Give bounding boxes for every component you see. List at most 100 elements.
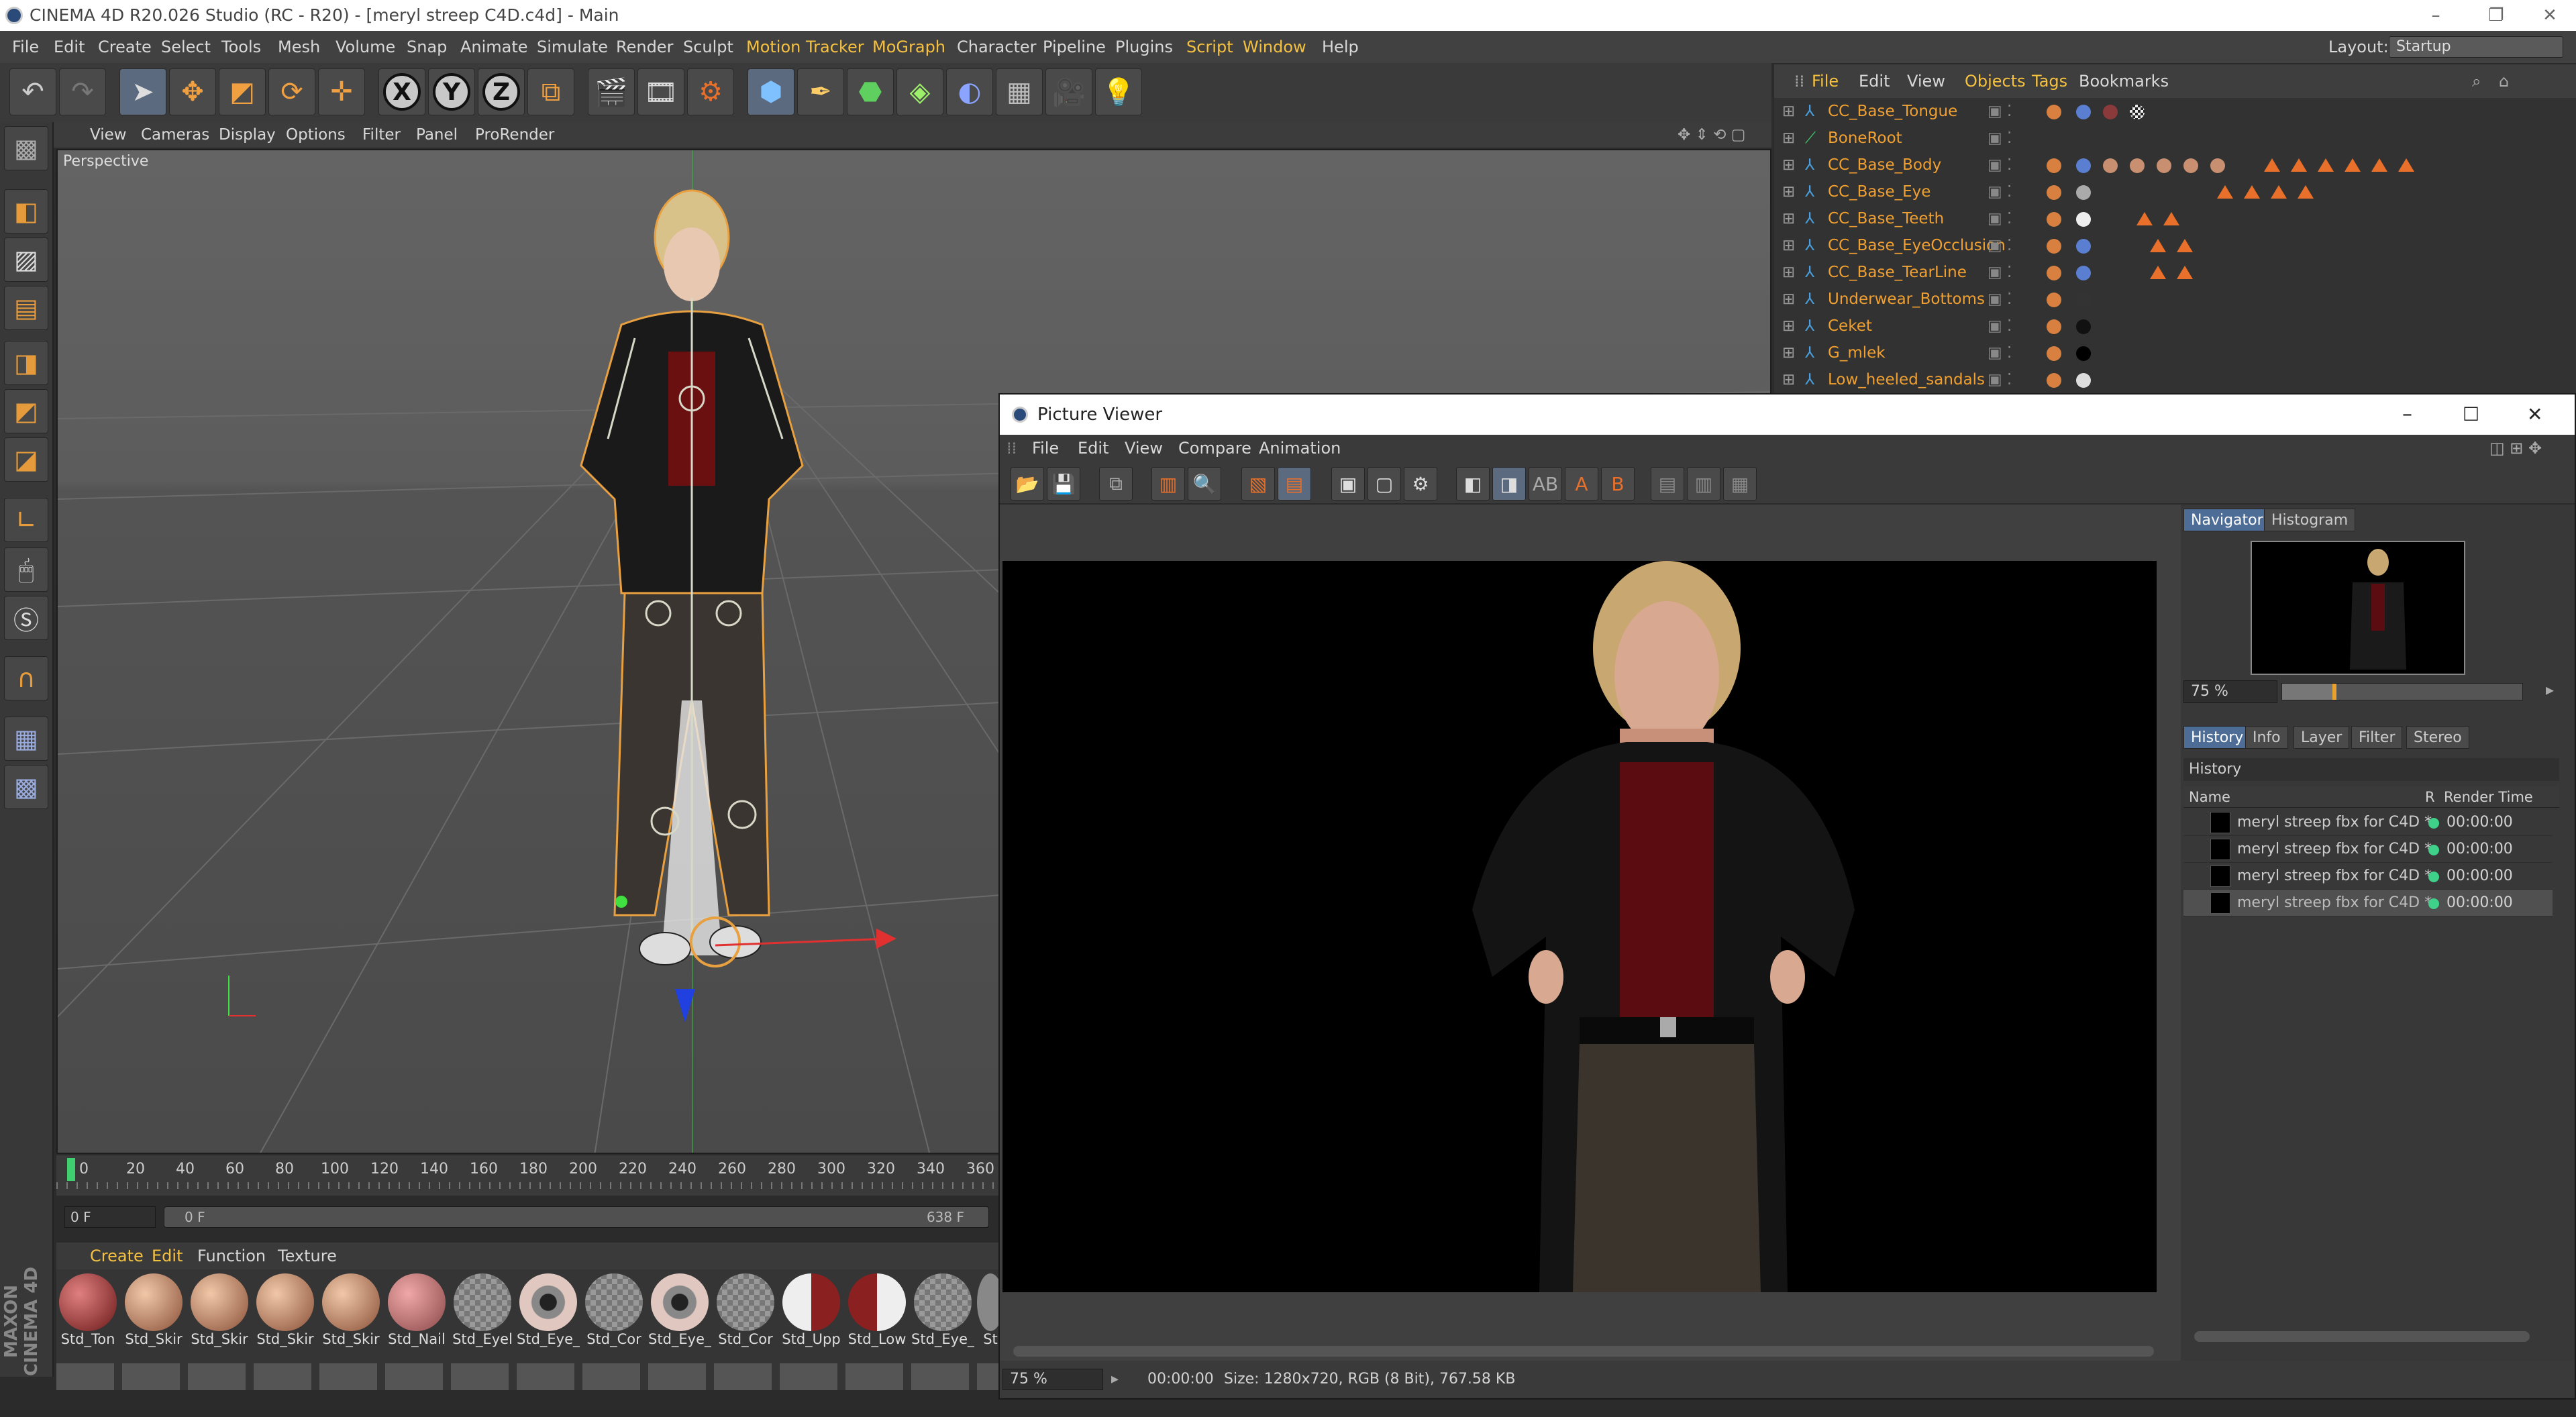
objects-menu-edit[interactable]: Edit [1859, 64, 1890, 98]
history-row[interactable]: meryl streep fbx for C4D * 00:00:00 [2183, 809, 2553, 836]
render-view-icon[interactable]: 🎬 [588, 68, 635, 115]
selection-tag-icon[interactable] [2291, 158, 2307, 172]
model-mode-icon[interactable]: ◧ [4, 189, 48, 233]
subdivision-icon[interactable]: ⬣ [847, 68, 894, 115]
material-swatch[interactable]: Std_Eye_ [648, 1272, 711, 1347]
tab-stereo[interactable]: Stereo [2406, 726, 2469, 749]
material-swatch[interactable]: Std_Eye_ [911, 1272, 974, 1347]
expand-icon[interactable]: ⊞ [1782, 98, 1795, 125]
tab-navigator[interactable]: Navigator [2183, 509, 2271, 531]
tag-icon[interactable] [2047, 212, 2061, 227]
axis-mode-icon[interactable]: ∟ [4, 498, 48, 542]
expand-icon[interactable]: ⊞ [1782, 205, 1795, 232]
menu-mograph[interactable]: MoGraph [872, 31, 945, 63]
pv-settings-icon[interactable]: ⚙ [1404, 467, 1437, 501]
rotate-tool-icon[interactable]: ⟳ [268, 68, 315, 115]
material-tag-icon[interactable] [2076, 346, 2091, 361]
visibility-toggle[interactable]: ▣ ⁚ [1988, 125, 2012, 152]
material-tag-icon[interactable] [2157, 158, 2171, 173]
menu-render[interactable]: Render [616, 31, 673, 63]
tab-info[interactable]: Info [2245, 726, 2288, 749]
polygons-mode-icon[interactable]: ◪ [4, 437, 48, 482]
compare-ab-icon[interactable]: ◧ [1456, 467, 1490, 501]
texture-tag-icon[interactable] [2130, 105, 2145, 119]
home-icon[interactable]: ⌂ [2499, 64, 2509, 98]
navigator-zoom-field[interactable]: 75 % [2183, 680, 2277, 703]
redo-icon[interactable]: ↷ [59, 68, 106, 115]
split-view-icon[interactable]: ◨ [1492, 467, 1526, 501]
objects-menu-bookmarks[interactable]: Bookmarks [2079, 64, 2169, 98]
tag-icon[interactable] [2047, 373, 2061, 388]
stack-icon[interactable]: ▤ [1278, 467, 1311, 501]
material-swatch[interactable]: Std_Skir [188, 1272, 251, 1347]
pv-menu-file[interactable]: File [1032, 435, 1059, 462]
pv-minimize-button[interactable]: – [2402, 395, 2412, 435]
layer-icon[interactable]: ▤ [1651, 467, 1684, 501]
tag-icon[interactable] [2047, 266, 2061, 280]
visibility-toggle[interactable]: ▣ ⁚ [1988, 313, 2012, 339]
menu-motion-tracker[interactable]: Motion Tracker [746, 31, 864, 63]
timeline-ruler[interactable]: 0 20 40 60 80 100 120 140 160 180 200 22… [56, 1155, 1004, 1196]
solo-mode-icon[interactable]: Ⓢ [4, 596, 48, 640]
material-menu-create[interactable]: Create [90, 1243, 144, 1269]
pv-menu-view[interactable]: View [1125, 435, 1163, 462]
rendered-image[interactable] [1002, 561, 2157, 1292]
column-r[interactable]: R [2425, 786, 2435, 808]
render-to-picture-viewer-icon[interactable]: 🎞 [637, 68, 684, 115]
snap-icon[interactable]: ∩ [4, 656, 48, 700]
cube-icon[interactable]: ⬢ [748, 68, 794, 115]
filter-icon[interactable]: ▥ [1687, 467, 1720, 501]
playhead[interactable] [67, 1158, 75, 1181]
object-row[interactable]: ⊞ ⅄ CC_Base_EyeOcclusion ▣ ⁚ [1774, 232, 2576, 259]
material-tag-icon[interactable] [2183, 158, 2198, 173]
frame-range-slider[interactable]: 0 F 638 F [164, 1206, 989, 1228]
material-swatch[interactable]: Std_Nail [385, 1272, 448, 1347]
object-row[interactable]: ⊞ ⅄ CC_Base_Body ▣ ⁚ [1774, 152, 2576, 178]
material-tag-icon[interactable] [2103, 105, 2118, 119]
region-icon[interactable]: ▣ [1331, 467, 1365, 501]
menu-select[interactable]: Select [161, 31, 211, 63]
set-a-icon[interactable]: A [1565, 467, 1598, 501]
texture-mode-icon[interactable]: ▨ [4, 238, 48, 282]
material-swatch[interactable]: Std_Ton [56, 1272, 119, 1347]
stereo-icon[interactable]: ▦ [1723, 467, 1757, 501]
material-menu-texture[interactable]: Texture [278, 1243, 337, 1269]
selection-tag-icon[interactable] [2345, 158, 2361, 172]
viewport-menu-panel[interactable]: Panel [416, 122, 458, 148]
scale-tool-icon[interactable]: ◩ [219, 68, 266, 115]
selection-tag-icon[interactable] [2318, 158, 2334, 172]
selection-tag-icon[interactable] [2271, 185, 2287, 199]
cloner-icon[interactable]: ◈ [896, 68, 943, 115]
pen-spline-icon[interactable]: ✒ [797, 68, 844, 115]
viewport-menu-filter[interactable]: Filter [362, 122, 401, 148]
menu-snap[interactable]: Snap [407, 31, 447, 63]
layout-dropdown[interactable]: Startup [2389, 36, 2563, 58]
visibility-toggle[interactable]: ▣ ⁚ [1988, 366, 2012, 393]
workplane-mode-icon[interactable]: ▤ [4, 286, 48, 330]
object-row[interactable]: ⊞ ⟋ BoneRoot ▣ ⁚ [1774, 125, 2576, 152]
history-row-selected[interactable]: meryl streep fbx for C4D * 00:00:00 [2183, 890, 2553, 916]
navigator-thumbnail[interactable] [2251, 541, 2465, 675]
pv-menu-animation[interactable]: Animation [1259, 435, 1341, 462]
current-frame-field[interactable]: 0 F [64, 1206, 156, 1228]
tag-icon[interactable] [2047, 346, 2061, 361]
column-render-time[interactable]: Render Time [2444, 786, 2533, 808]
material-swatch[interactable]: Std_Low [845, 1272, 909, 1347]
column-name[interactable]: Name [2189, 786, 2230, 808]
live-selection-icon[interactable]: ➤ [119, 68, 166, 115]
objects-menu-view[interactable]: View [1907, 64, 1945, 98]
pv-maximize-button[interactable]: ☐ [2463, 395, 2479, 435]
points-mode-icon[interactable]: ◨ [4, 341, 48, 385]
play-icon[interactable]: ▸ [2546, 680, 2554, 699]
camera-icon[interactable]: 🎥 [1045, 68, 1092, 115]
tab-filter[interactable]: Filter [2351, 726, 2403, 749]
menu-script[interactable]: Script [1186, 31, 1233, 63]
menu-character[interactable]: Character [957, 31, 1037, 63]
menu-window[interactable]: Window [1243, 31, 1306, 63]
pv-menu-compare[interactable]: Compare [1178, 435, 1251, 462]
object-row[interactable]: ⊞ ⅄ CC_Base_Teeth ▣ ⁚ [1774, 205, 2576, 232]
open-icon[interactable]: 📂 [1011, 467, 1044, 501]
objects-menu-objects[interactable]: Objects [1965, 64, 2026, 98]
material-swatch[interactable]: Std_Eye_ [517, 1272, 580, 1347]
search-icon[interactable]: ⌕ [2472, 64, 2481, 98]
